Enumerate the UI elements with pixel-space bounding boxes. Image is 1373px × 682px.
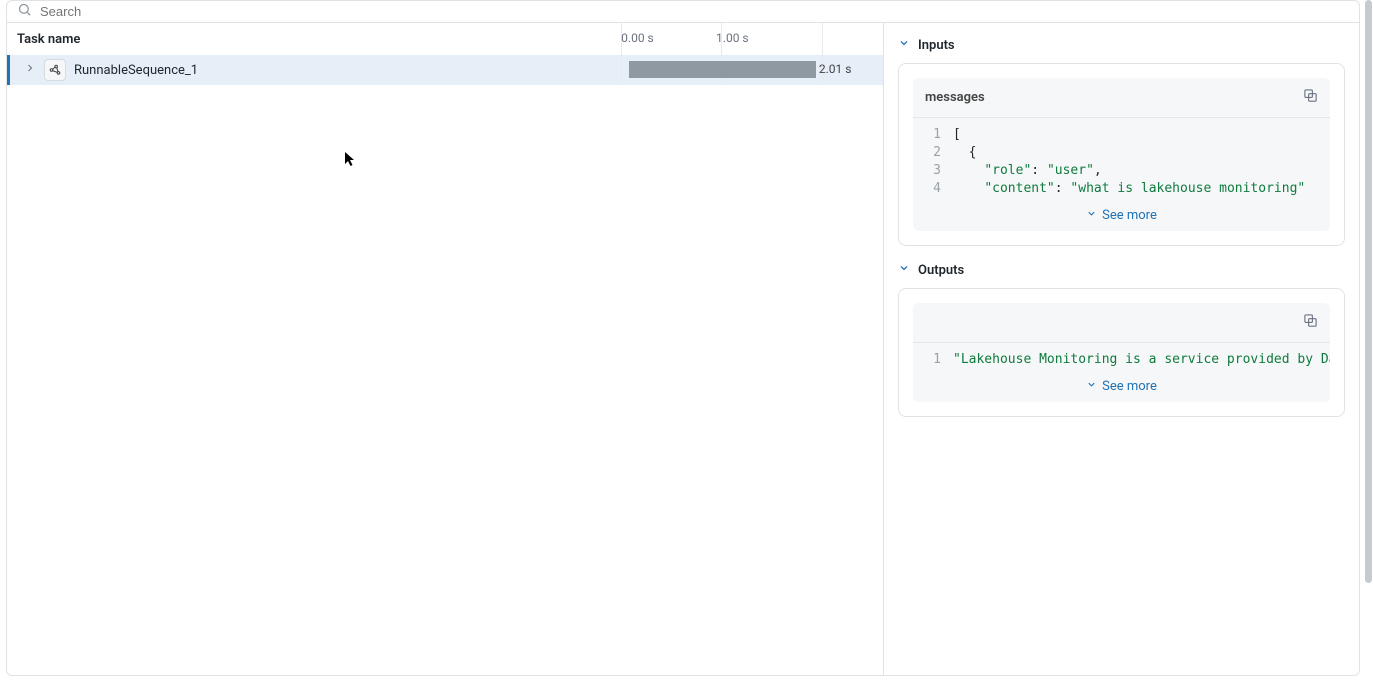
chevron-down-icon (1086, 208, 1097, 223)
trace-panel: Task name 0.00 s 1.00 s R (6, 0, 1360, 676)
timeline-header: 0.00 s 1.00 s (604, 23, 883, 55)
timeline-tick-label: 0.00 s (621, 31, 654, 45)
outputs-title: Outputs (918, 263, 964, 278)
code-block-title: messages (925, 90, 985, 105)
see-more-label: See more (1102, 379, 1157, 394)
chevron-down-icon (898, 37, 910, 53)
code-line: 2 { (913, 144, 1330, 162)
inputs-section-header[interactable]: Inputs (898, 37, 1345, 53)
timeline-tick-label: 1.00 s (716, 31, 749, 45)
chevron-down-icon (1086, 379, 1097, 394)
inputs-card: messages 1 [ 2 { (898, 63, 1345, 246)
trace-tree-pane: Task name 0.00 s 1.00 s R (7, 23, 884, 675)
content-area: Task name 0.00 s 1.00 s R (7, 23, 1359, 675)
code-line: 1 [ (913, 126, 1330, 144)
task-label: RunnableSequence_1 (74, 63, 198, 78)
trace-header-row: Task name 0.00 s 1.00 s (7, 23, 883, 55)
timeline-cell: 2.01 s (604, 55, 883, 85)
code-line: 3 "role": "user", (913, 162, 1330, 180)
search-icon (17, 2, 32, 21)
search-bar (7, 1, 1359, 23)
code-body: 1 [ 2 { 3 "role": "user", (913, 118, 1330, 202)
see-more-button[interactable]: See more (913, 202, 1330, 231)
inputs-title: Inputs (918, 38, 955, 53)
outputs-section: Outputs 1 "Lakehouse M (898, 262, 1345, 417)
gantt-duration-label: 2.01 s (819, 62, 852, 76)
gantt-bar (629, 61, 816, 78)
see-more-label: See more (1102, 208, 1157, 223)
inputs-section: Inputs messages 1 [ (898, 37, 1345, 246)
code-line: 1 "Lakehouse Monitoring is a service pro… (913, 351, 1330, 369)
inputs-code-block: messages 1 [ 2 { (913, 78, 1330, 231)
outputs-code-block: 1 "Lakehouse Monitoring is a service pro… (913, 303, 1330, 402)
chain-icon (44, 59, 66, 81)
code-line: 4 "content": "what is lakehouse monitori… (913, 180, 1330, 198)
task-name-cell: RunnableSequence_1 (10, 55, 604, 85)
code-header (913, 303, 1330, 343)
outputs-section-header[interactable]: Outputs (898, 262, 1345, 278)
task-name-column-header: Task name (7, 32, 604, 47)
see-more-button[interactable]: See more (913, 373, 1330, 402)
task-row[interactable]: RunnableSequence_1 2.01 s (7, 55, 883, 85)
scrollbar[interactable] (1365, 0, 1372, 583)
search-input[interactable] (40, 1, 1349, 22)
copy-icon[interactable] (1303, 88, 1318, 107)
copy-icon[interactable] (1303, 313, 1318, 332)
chevron-right-icon[interactable] (24, 62, 36, 78)
chevron-down-icon (898, 262, 910, 278)
code-header: messages (913, 78, 1330, 118)
code-body: 1 "Lakehouse Monitoring is a service pro… (913, 343, 1330, 373)
outputs-card: 1 "Lakehouse Monitoring is a service pro… (898, 288, 1345, 417)
details-pane: Inputs messages 1 [ (884, 23, 1359, 675)
